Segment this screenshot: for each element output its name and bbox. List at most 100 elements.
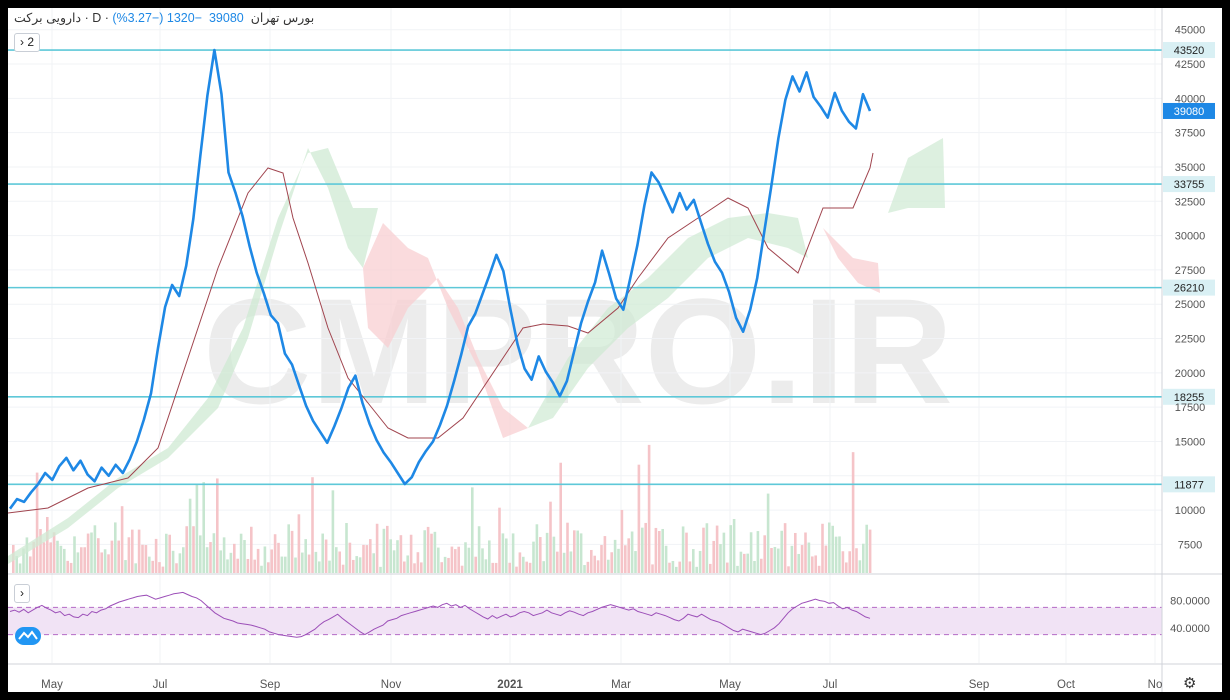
volume-bar	[528, 562, 532, 573]
volume-bar	[603, 536, 607, 573]
volume-bar	[678, 561, 681, 573]
volume-bar	[777, 548, 780, 573]
volume-bar	[141, 544, 144, 573]
volume-bar	[559, 462, 562, 573]
volume-bar	[685, 532, 688, 573]
volume-bar	[117, 540, 120, 573]
volume-bar	[460, 565, 464, 573]
time-tick-label: Nov	[381, 679, 402, 691]
volume-bar	[430, 533, 433, 573]
volume-bar	[396, 540, 399, 573]
volume-bar	[620, 509, 624, 573]
volume-bar	[137, 529, 141, 573]
volume-bar	[212, 533, 216, 573]
volume-bar	[148, 556, 151, 573]
price-tick-label: 7500	[1178, 539, 1202, 551]
volume-bar	[607, 559, 610, 573]
collapse-indicators-button[interactable]: › 2	[14, 33, 41, 52]
rsi-band	[8, 607, 1162, 635]
volume-bar	[647, 444, 651, 573]
volume-bar	[719, 544, 722, 573]
volume-bar	[610, 552, 613, 573]
volume-bar	[73, 536, 76, 573]
volume-bar	[505, 538, 508, 573]
volume-bar	[569, 551, 573, 573]
volume-bar	[834, 536, 838, 573]
volume-bar	[488, 540, 491, 573]
volume-bar	[590, 549, 593, 573]
volume-bar	[450, 546, 454, 573]
volume-bar	[171, 550, 175, 573]
volume-bar	[664, 545, 668, 573]
volume-bar	[804, 532, 807, 573]
last-price: 39080	[208, 11, 244, 25]
volume-bar	[294, 557, 297, 573]
volume-bar	[760, 558, 763, 573]
volume-bar	[743, 553, 746, 573]
volume-bar	[168, 534, 171, 573]
volume-bar	[216, 478, 219, 573]
volume-bar	[477, 526, 481, 573]
volume-bar	[80, 547, 83, 573]
volume-bar	[158, 562, 161, 573]
price-tick-label: 27500	[1175, 265, 1206, 277]
volume-bar	[260, 565, 263, 573]
volume-bar	[76, 552, 80, 573]
volume-bar	[651, 564, 654, 573]
volume-bar	[722, 532, 726, 573]
volume-bar	[865, 524, 868, 573]
volume-bar	[202, 482, 205, 573]
volume-bar	[131, 529, 134, 573]
volume-bar	[205, 547, 209, 573]
volume-bar	[127, 537, 131, 573]
chart-canvas[interactable]: CMPRO.IR 80.000040.0000 4352033755262101…	[8, 8, 1222, 692]
volume-bar	[233, 543, 236, 573]
volume-bar	[314, 551, 318, 573]
volume-bar	[301, 552, 304, 573]
volume-bar	[841, 551, 845, 573]
volume-bar	[382, 528, 386, 573]
volume-bar	[188, 498, 192, 573]
volume-bar	[66, 560, 69, 573]
volume-bar	[114, 522, 117, 573]
volume-bar	[821, 523, 824, 573]
volume-bar	[556, 551, 559, 573]
volume-bar	[284, 556, 287, 573]
price-tick-label: 10000	[1175, 505, 1206, 517]
volume-bar	[709, 563, 712, 573]
volume-bar	[814, 555, 817, 573]
price-tick-label: 45000	[1175, 25, 1206, 37]
wave-icon[interactable]	[15, 627, 41, 645]
volume-bar	[634, 551, 637, 573]
volume-bar	[811, 556, 814, 573]
volume-bar	[630, 531, 634, 573]
rsi-tick-label: 80.0000	[1170, 596, 1210, 608]
volume-bar	[110, 540, 114, 573]
volume-bar	[331, 490, 335, 573]
gear-icon[interactable]: ⚙	[1183, 674, 1196, 692]
volume-bar	[372, 553, 375, 573]
volume-bar	[732, 518, 736, 573]
volume-bar	[440, 562, 443, 573]
volume-bar	[124, 560, 127, 573]
volume-bar	[18, 563, 22, 573]
volume-bar	[654, 527, 658, 573]
volume-bar	[93, 525, 97, 573]
volume-bar	[562, 552, 566, 573]
time-tick-label: 2021	[497, 679, 523, 691]
volume-bar	[454, 549, 457, 573]
volume-bar	[59, 545, 63, 573]
chevron-right-icon: ›	[20, 35, 24, 49]
rsi-collapse-button[interactable]: ›	[14, 584, 30, 603]
volume-bar	[420, 562, 423, 573]
volume-bar	[617, 548, 620, 573]
volume-bar	[661, 528, 664, 573]
volume-bar	[858, 560, 862, 573]
volume-bar	[290, 530, 294, 573]
price-axis: 4352033755262101825511877450004250040000…	[1161, 8, 1215, 692]
price-tick-label: 17500	[1175, 402, 1206, 414]
volume-bar	[641, 527, 644, 573]
volume-bar	[518, 552, 522, 573]
price-tick-label: 37500	[1175, 128, 1206, 140]
volume-bar	[532, 541, 535, 573]
